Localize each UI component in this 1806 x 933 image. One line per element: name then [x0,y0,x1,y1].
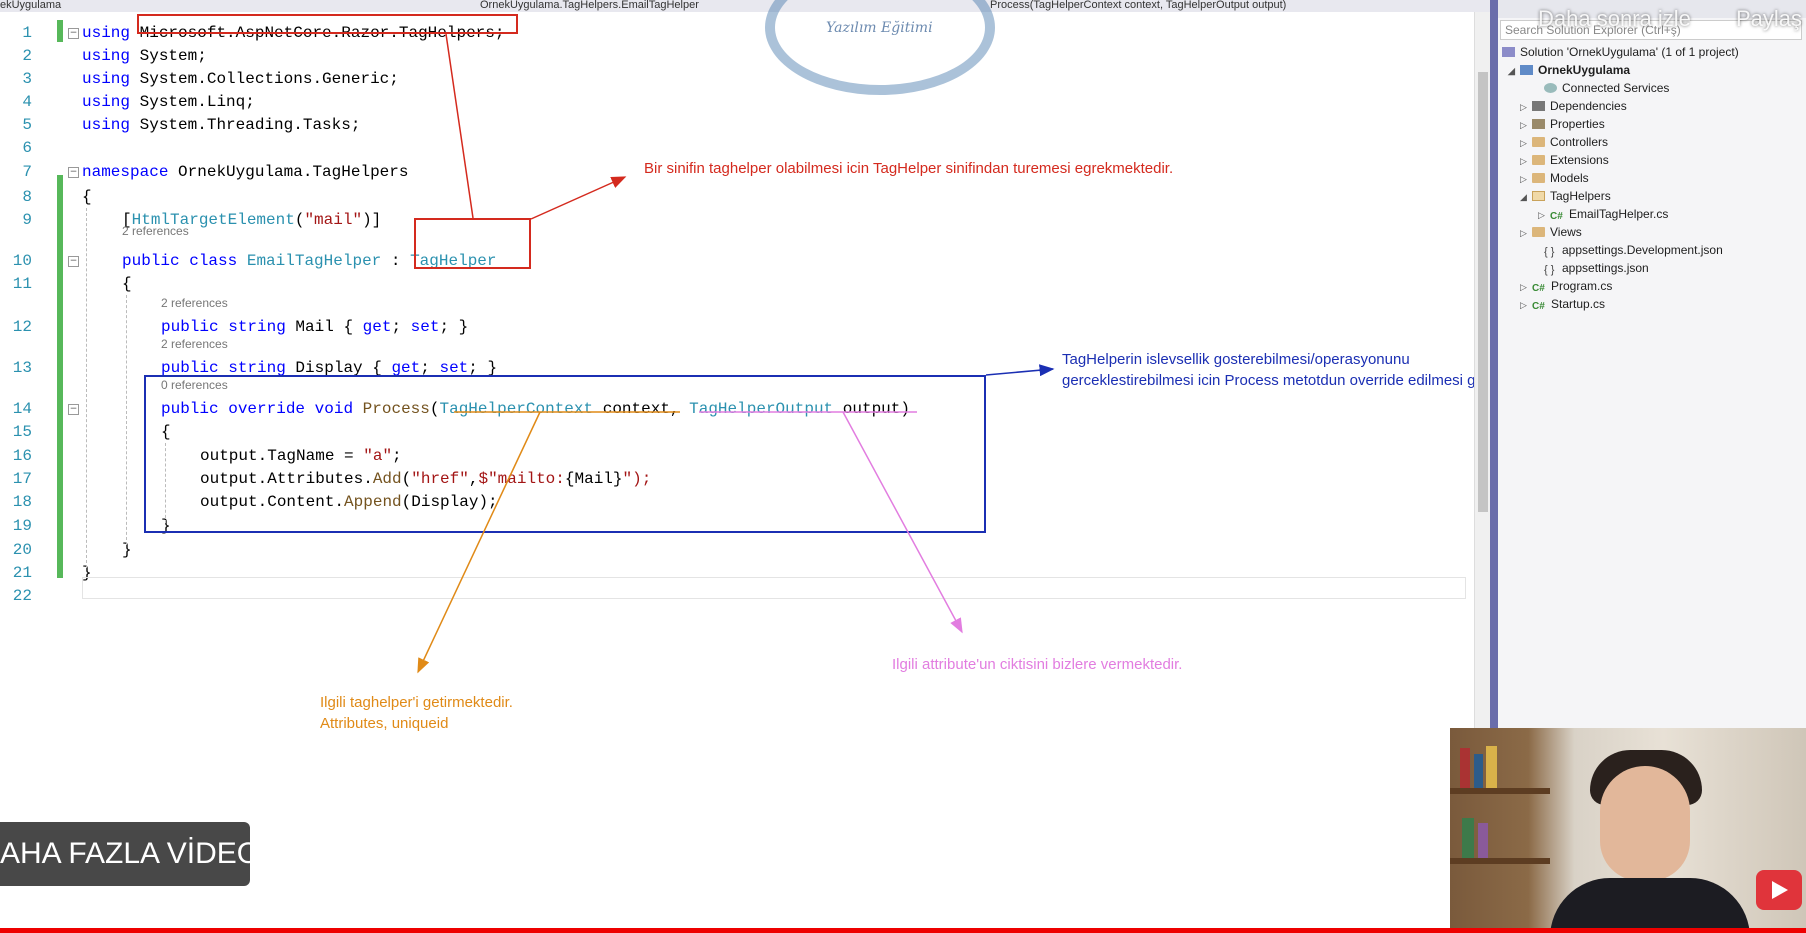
expanded-icon[interactable]: ◢ [1508,62,1520,80]
collapsed-icon[interactable]: ▷ [1538,206,1550,224]
json-file-icon: { } [1544,264,1555,276]
annotation-red-note: Bir sinifin taghelper olabilmesi icin Ta… [644,160,1174,177]
book [1474,754,1483,788]
open-folder-icon [1532,191,1545,201]
webcam-video [1450,728,1806,933]
tree-item-appsettings-dev[interactable]: { } appsettings.Development.json [1532,241,1723,259]
book [1478,823,1488,858]
tree-item-solution[interactable]: Solution 'OrnekUygulama' (1 of 1 project… [1502,43,1739,61]
tree-label: Models [1550,171,1589,185]
tree-item-connected-services[interactable]: Connected Services [1532,79,1669,97]
solution-icon [1502,47,1515,57]
folder-icon [1532,155,1545,165]
tree-label: OrnekUygulama [1538,63,1631,77]
tree-label: Program.cs [1551,279,1613,293]
tree-item-taghelpers[interactable]: ◢ TagHelpers [1520,187,1611,205]
book [1460,748,1470,788]
tree-item-models[interactable]: ▷ Models [1520,169,1589,187]
share-button[interactable]: Paylaş [1736,6,1802,32]
annotation-orange-note-line1: Ilgili taghelper'i getirmektedir. [320,694,513,711]
folder-icon [1532,227,1545,237]
tree-label: appsettings.json [1562,261,1649,275]
bookshelf [1450,788,1550,794]
collapsed-icon[interactable]: ▷ [1520,170,1532,188]
more-videos-label: AHA FAZLA VİDEO [0,837,250,870]
tree-item-program[interactable]: ▷ C# Program.cs [1520,277,1612,295]
tree-label: Dependencies [1550,99,1627,113]
dependencies-icon [1532,101,1545,111]
tree-item-dependencies[interactable]: ▷ Dependencies [1520,97,1627,115]
tree-label: TagHelpers [1550,189,1611,203]
tree-label: Connected Services [1562,81,1670,95]
project-icon [1520,65,1533,75]
orange-arrow [417,411,541,674]
folder-icon [1532,137,1545,147]
video-progress-bar[interactable] [0,928,1806,933]
tree-label: Controllers [1550,135,1609,149]
collapsed-icon[interactable]: ▷ [1520,116,1532,134]
tree-label: Properties [1550,117,1605,131]
expanded-icon[interactable]: ◢ [1520,188,1532,206]
book [1486,746,1497,788]
collapsed-icon[interactable]: ▷ [1520,98,1532,116]
tree-label: Views [1550,225,1582,239]
collapsed-icon[interactable]: ▷ [1520,224,1532,242]
book [1462,818,1474,858]
red-connector-line [445,33,474,219]
tree-item-extensions[interactable]: ▷ Extensions [1520,151,1609,169]
annotation-blue-note-line1: TagHelperin islevsellik gosterebilmesi/o… [1062,351,1410,368]
collapsed-icon[interactable]: ▷ [1520,278,1532,296]
tree-item-project[interactable]: ◢ OrnekUygulama [1508,61,1630,79]
collapsed-icon[interactable]: ▷ [1520,152,1532,170]
tree-label: EmailTagHelper.cs [1569,207,1669,221]
cloud-icon [1544,83,1557,93]
blue-arrow [985,364,1055,377]
collapsed-icon[interactable]: ▷ [1520,134,1532,152]
person-shirt [1550,878,1750,933]
tree-label: appsettings.Development.json [1562,243,1723,257]
bookshelf [1450,858,1550,864]
person-face [1600,766,1690,881]
tree-item-properties[interactable]: ▷ Properties [1520,115,1605,133]
youtube-play-icon[interactable] [1756,870,1802,910]
csharp-file-icon: C# [1532,301,1545,312]
watch-later-button[interactable]: Daha sonra izle [1538,6,1691,32]
csharp-file-icon: C# [1532,283,1545,294]
tree-item-startup[interactable]: ▷ C# Startup.cs [1520,295,1605,313]
tree-item-emailtaghelper[interactable]: ▷ C# EmailTagHelper.cs [1538,205,1668,223]
tree-item-views[interactable]: ▷ Views [1520,223,1582,241]
annotation-pink-note: Ilgili attribute'un ciktisini bizlere ve… [892,656,1183,673]
more-videos-button[interactable]: AHA FAZLA VİDEO [0,822,250,886]
tree-item-controllers[interactable]: ▷ Controllers [1520,133,1608,151]
tree-label: Solution 'OrnekUygulama' (1 of 1 project… [1520,45,1739,59]
red-arrow [530,176,627,220]
annotation-arrows [417,33,1055,674]
collapsed-icon[interactable]: ▷ [1520,296,1532,314]
pink-arrow [842,411,963,634]
tree-label: Startup.cs [1551,297,1606,311]
annotation-orange-note-line2: Attributes, uniqueid [320,715,449,732]
tree-item-appsettings[interactable]: { } appsettings.json [1532,259,1649,277]
scrollbar-thumb[interactable] [1478,72,1488,512]
folder-icon [1532,173,1545,183]
csharp-file-icon: C# [1550,211,1563,222]
tree-label: Extensions [1550,153,1609,167]
wrench-icon [1532,119,1545,129]
json-file-icon: { } [1544,246,1555,258]
